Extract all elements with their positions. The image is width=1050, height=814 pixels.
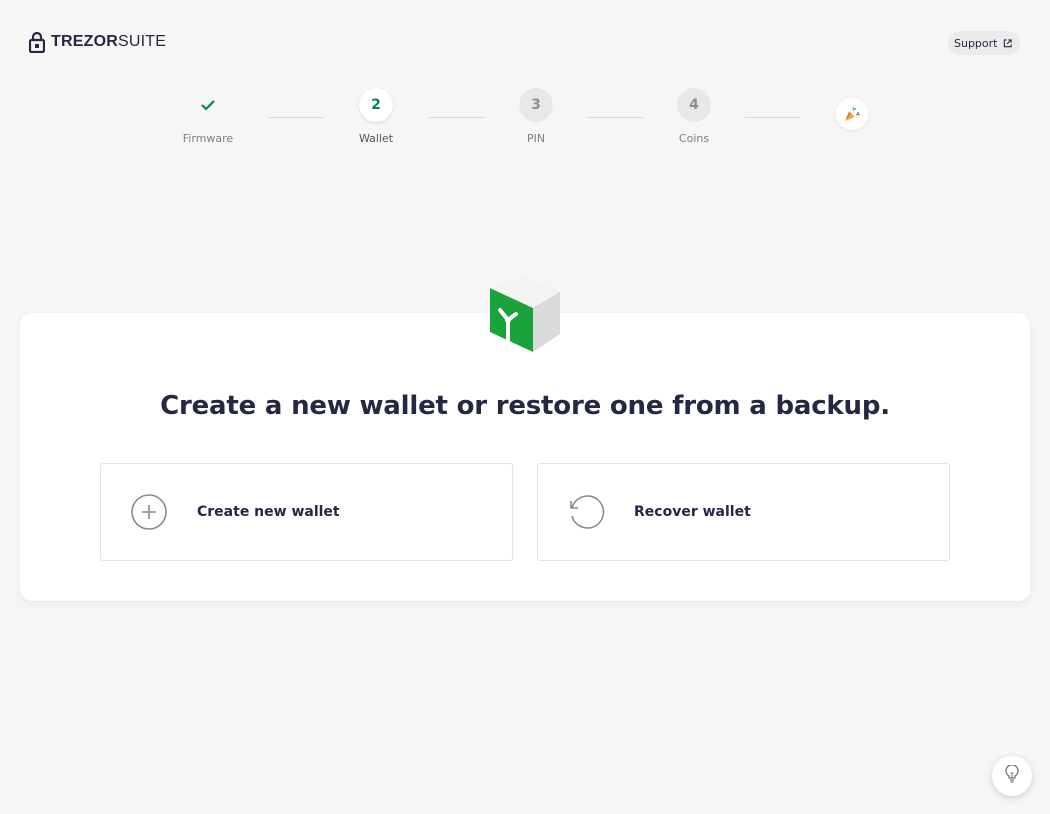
lightbulb-icon: [1004, 764, 1020, 787]
history-icon: [567, 493, 605, 531]
step-number: 4: [677, 88, 711, 122]
logo-text: TREZORSUITE: [51, 33, 167, 50]
trezor-lock-icon: [29, 31, 45, 53]
tips-lightbulb-button[interactable]: [992, 756, 1032, 796]
external-link-icon: [1003, 38, 1013, 48]
step-label: Wallet: [358, 132, 394, 145]
plus-circle-icon: [130, 493, 168, 531]
option-label: Recover wallet: [634, 504, 751, 520]
step-connector: [268, 117, 324, 118]
step-number: 3: [519, 88, 553, 122]
step-label: PIN: [526, 132, 546, 145]
step-pin: 3 PIN: [496, 88, 576, 145]
step-number: 2: [359, 88, 393, 122]
step-label: Coins: [678, 132, 710, 145]
step-wallet: 2 Wallet: [336, 88, 416, 145]
step-connector: [429, 117, 485, 118]
support-label: Support: [954, 36, 998, 50]
party-popper-icon: [836, 98, 868, 130]
wallet-setup-card: Create a new wallet or restore one from …: [20, 313, 1030, 601]
onboarding-stepper: Firmware 2 Wallet 3 PIN 4 Coins: [0, 88, 1050, 158]
header: TREZORSUITE Support: [0, 0, 1050, 84]
step-coins: 4 Coins: [654, 88, 734, 145]
page-title: Create a new wallet or restore one from …: [160, 391, 890, 421]
step-done-check-icon: [191, 88, 225, 122]
support-button[interactable]: Support: [948, 31, 1021, 55]
create-new-wallet-button[interactable]: Create new wallet: [100, 463, 513, 561]
step-connector: [587, 117, 643, 118]
trezor-suite-logo[interactable]: TREZORSUITE: [29, 30, 166, 54]
step-firmware: Firmware: [168, 88, 248, 145]
step-label: Firmware: [182, 132, 234, 145]
option-label: Create new wallet: [197, 504, 340, 520]
recover-wallet-button[interactable]: Recover wallet: [537, 463, 950, 561]
step-connector: [745, 117, 801, 118]
trezor-device-illustration: [488, 274, 562, 354]
